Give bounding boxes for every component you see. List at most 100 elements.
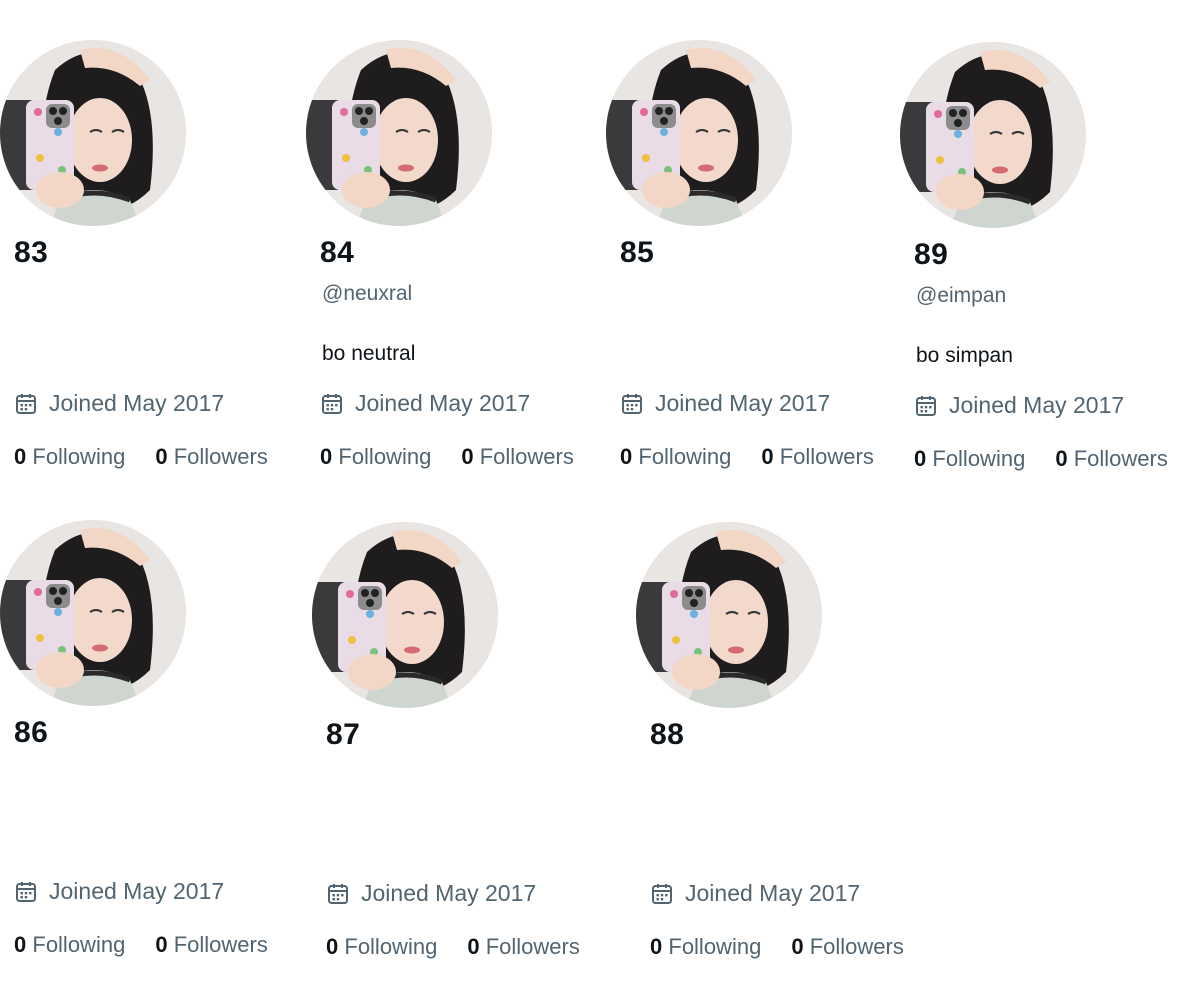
following-link[interactable]: 0 Following [650,934,761,960]
avatar[interactable] [900,42,1086,228]
profile-photo [0,520,186,706]
joined-date: Joined May 2017 [620,390,830,417]
joined-date: Joined May 2017 [326,880,536,907]
following-link[interactable]: 0 Following [326,934,437,960]
followers-label: Followers [479,444,574,469]
follow-stats: 0 Following 0 Followers [14,932,268,958]
following-label: Following [638,444,732,469]
followers-count: 0 [761,444,774,469]
following-label: Following [338,444,432,469]
followers-count: 0 [791,934,804,959]
following-label: Following [932,446,1026,471]
profile-photo [606,40,792,226]
joined-text: Joined May 2017 [361,880,537,906]
profile-photo [306,40,492,226]
joined-text: Joined May 2017 [949,392,1125,418]
following-count: 0 [14,444,27,469]
profile-name: 86 [14,716,49,749]
profile-photo [0,40,186,226]
joined-date: Joined May 2017 [650,880,860,907]
profile-name: 89 [914,238,949,271]
profile-photo [900,42,1086,228]
profile-bio: bo simpan [916,344,1013,367]
joined-text: Joined May 2017 [49,390,225,416]
avatar[interactable] [0,520,186,706]
joined-date: Joined May 2017 [14,390,224,417]
following-count: 0 [650,934,663,959]
followers-label: Followers [173,932,268,957]
followers-link[interactable]: 0 Followers [155,444,268,470]
follow-stats: 0 Following 0 Followers [326,934,580,960]
followers-count: 0 [461,444,474,469]
calendar-icon [322,393,342,414]
profile-photo [312,522,498,708]
joined-text: Joined May 2017 [685,880,861,906]
avatar[interactable] [606,40,792,226]
calendar-icon [16,881,36,902]
joined-date: Joined May 2017 [914,392,1124,419]
following-count: 0 [14,932,27,957]
follow-stats: 0 Following 0 Followers [320,444,574,470]
profile-card: 86 Joined May 2017 0 Following 0 Follower… [0,520,290,990]
followers-link[interactable]: 0 Followers [467,934,580,960]
following-count: 0 [320,444,333,469]
avatar[interactable] [306,40,492,226]
followers-label: Followers [1073,446,1168,471]
joined-text: Joined May 2017 [355,390,531,416]
avatar[interactable] [636,522,822,708]
following-link[interactable]: 0 Following [14,444,125,470]
followers-link[interactable]: 0 Followers [155,932,268,958]
follow-stats: 0 Following 0 Followers [620,444,874,470]
profile-name: 87 [326,718,361,751]
follow-stats: 0 Following 0 Followers [14,444,268,470]
followers-label: Followers [809,934,904,959]
profile-name: 83 [14,236,49,269]
followers-link[interactable]: 0 Followers [461,444,574,470]
profile-card: 85 Joined May 2017 0 Following 0 Follower… [606,40,896,510]
avatar[interactable] [312,522,498,708]
profile-card: 89 @eimpan bo simpan Joined May 2017 0 F… [900,42,1190,512]
calendar-icon [916,395,936,416]
calendar-icon [622,393,642,414]
profile-card: 88 Joined May 2017 0 Following 0 Follower… [636,522,926,992]
followers-count: 0 [467,934,480,959]
followers-label: Followers [485,934,580,959]
avatar[interactable] [0,40,186,226]
following-count: 0 [914,446,927,471]
following-link[interactable]: 0 Following [14,932,125,958]
following-link[interactable]: 0 Following [914,446,1025,472]
following-count: 0 [620,444,633,469]
follow-stats: 0 Following 0 Followers [914,446,1168,472]
following-label: Following [668,934,762,959]
following-label: Following [32,932,126,957]
profile-card: 87 Joined May 2017 0 Following 0 Follower… [312,522,602,992]
following-count: 0 [326,934,339,959]
following-label: Following [344,934,438,959]
followers-count: 0 [155,444,168,469]
profile-handle: @eimpan [916,284,1007,307]
profile-card: 84 @neuxral bo neutral Joined May 2017 0… [306,40,596,510]
joined-date: Joined May 2017 [320,390,530,417]
follow-stats: 0 Following 0 Followers [650,934,904,960]
profile-card: 83 Joined May 2017 0 Following 0 Follower… [0,40,290,510]
followers-link[interactable]: 0 Followers [1055,446,1168,472]
following-label: Following [32,444,126,469]
profile-name: 85 [620,236,655,269]
calendar-icon [328,883,348,904]
followers-count: 0 [1055,446,1068,471]
followers-count: 0 [155,932,168,957]
followers-label: Followers [779,444,874,469]
followers-label: Followers [173,444,268,469]
followers-link[interactable]: 0 Followers [761,444,874,470]
joined-text: Joined May 2017 [49,878,225,904]
profile-photo [636,522,822,708]
profile-name: 84 [320,236,355,269]
joined-date: Joined May 2017 [14,878,224,905]
calendar-icon [652,883,672,904]
profile-name: 88 [650,718,685,751]
profile-handle: @neuxral [322,282,413,305]
following-link[interactable]: 0 Following [620,444,731,470]
following-link[interactable]: 0 Following [320,444,431,470]
followers-link[interactable]: 0 Followers [791,934,904,960]
calendar-icon [16,393,36,414]
